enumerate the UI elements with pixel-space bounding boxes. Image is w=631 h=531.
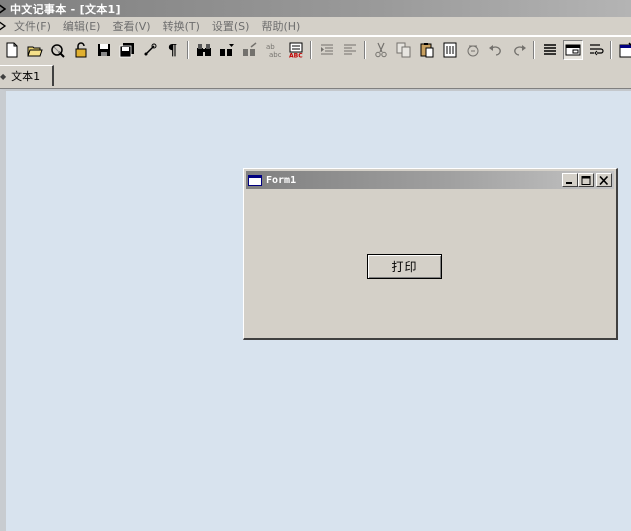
system-menu-icon[interactable] [0, 19, 7, 33]
form-title: Form1 [266, 174, 297, 186]
open-folder-icon [26, 46, 43, 57]
tools-icon [50, 44, 65, 58]
font-button[interactable] [463, 40, 483, 60]
properties-icon [619, 42, 631, 58]
window-icon [565, 44, 580, 56]
toolbar-separator [187, 41, 189, 59]
close-button[interactable] [596, 173, 612, 187]
copy-button[interactable] [394, 40, 414, 60]
menu-file[interactable]: 文件(F) [9, 18, 58, 34]
minimize-icon [566, 181, 572, 184]
toolbar-separator [364, 41, 366, 59]
svg-text:ab: ab [266, 43, 275, 51]
menu-settings[interactable]: 设置(S) [207, 18, 257, 34]
window-title: 中文记事本 - [文本1] [10, 2, 121, 16]
app-icon [0, 4, 6, 13]
font-icon [467, 45, 478, 57]
window-button[interactable] [562, 40, 583, 60]
save-icon [97, 44, 110, 56]
find-icon [196, 44, 211, 56]
paste-icon [420, 43, 433, 58]
menu-help[interactable]: 帮助(H) [256, 18, 307, 34]
cut-button[interactable] [371, 40, 391, 60]
menu-convert[interactable]: 转换(T) [158, 18, 207, 34]
find-next-button[interactable] [217, 40, 237, 60]
caption-buttons [562, 173, 612, 187]
lock-icon [75, 42, 86, 58]
link-button[interactable] [140, 40, 160, 60]
title-bar: 中文记事本 - [文本1] [0, 0, 631, 17]
copy-icon [396, 42, 410, 58]
find-next-icon [219, 44, 234, 56]
paste-button[interactable] [417, 40, 437, 60]
save-button[interactable] [94, 40, 114, 60]
document-tab-strip: ◆ 文本1 [0, 63, 631, 89]
menu-view[interactable]: 查看(V) [107, 18, 157, 34]
tools-button[interactable] [48, 40, 68, 60]
maximize-icon [581, 175, 591, 185]
new-document-button[interactable] [2, 40, 22, 60]
replace-icon [242, 42, 256, 56]
indent-icon [320, 44, 333, 55]
form-title-bar[interactable]: Form1 [246, 171, 614, 189]
open-button[interactable] [25, 40, 45, 60]
page-button[interactable] [440, 40, 460, 60]
spell-check-icon: ababc [266, 43, 281, 58]
menu-bar: 文件(F) 编辑(E) 查看(V) 转换(T) 设置(S) 帮助(H) [0, 17, 631, 36]
convert-button[interactable]: ABC [286, 40, 306, 60]
replace-button[interactable] [240, 40, 260, 60]
toolbar: ¶ ab abc ABC [0, 36, 631, 64]
paragraph-mark-icon: ¶ [167, 41, 178, 59]
align-icon [543, 44, 556, 55]
tab-bullet-icon: ◆ [0, 71, 7, 81]
tab-label: 文本1 [11, 70, 41, 83]
form-window-icon [248, 174, 262, 186]
page-icon [443, 42, 456, 58]
indent-button[interactable] [317, 40, 337, 60]
svg-text:ABC: ABC [289, 53, 303, 59]
paragraph-mark-button[interactable]: ¶ [163, 40, 183, 60]
undo-icon [488, 45, 501, 56]
print-button[interactable]: 打印 [367, 254, 442, 279]
svg-text:abc: abc [269, 51, 281, 58]
find-button[interactable] [194, 40, 214, 60]
lock-button[interactable] [71, 40, 91, 60]
align-button[interactable] [540, 40, 560, 60]
minimize-button[interactable] [562, 173, 578, 187]
app-window: 中文记事本 - [文本1] 文件(F) 编辑(E) 查看(V) 转换(T) 设置… [0, 0, 631, 531]
save-all-icon [119, 43, 134, 58]
undo-button[interactable] [486, 40, 506, 60]
link-icon [143, 43, 156, 56]
redo-icon [513, 45, 526, 56]
tab-document-1[interactable]: ◆ 文本1 [0, 65, 54, 86]
close-icon [599, 175, 609, 185]
outdent-button[interactable] [340, 40, 360, 60]
toolbar-separator [310, 41, 312, 59]
save-all-button[interactable] [117, 40, 137, 60]
menu-edit[interactable]: 编辑(E) [58, 18, 108, 34]
maximize-button[interactable] [578, 173, 594, 187]
convert-icon: ABC [289, 42, 303, 59]
toolbar-separator [610, 41, 612, 59]
word-wrap-button[interactable] [586, 40, 606, 60]
properties-button[interactable] [617, 40, 631, 60]
word-wrap-icon [589, 44, 604, 56]
form-window[interactable]: Form1 打印 [243, 168, 618, 340]
cut-icon [374, 42, 387, 58]
new-document-icon [6, 42, 17, 58]
redo-button[interactable] [509, 40, 529, 60]
outdent-icon [343, 44, 356, 55]
spell-check-button[interactable]: ab abc [263, 40, 283, 60]
toolbar-separator [533, 41, 535, 59]
